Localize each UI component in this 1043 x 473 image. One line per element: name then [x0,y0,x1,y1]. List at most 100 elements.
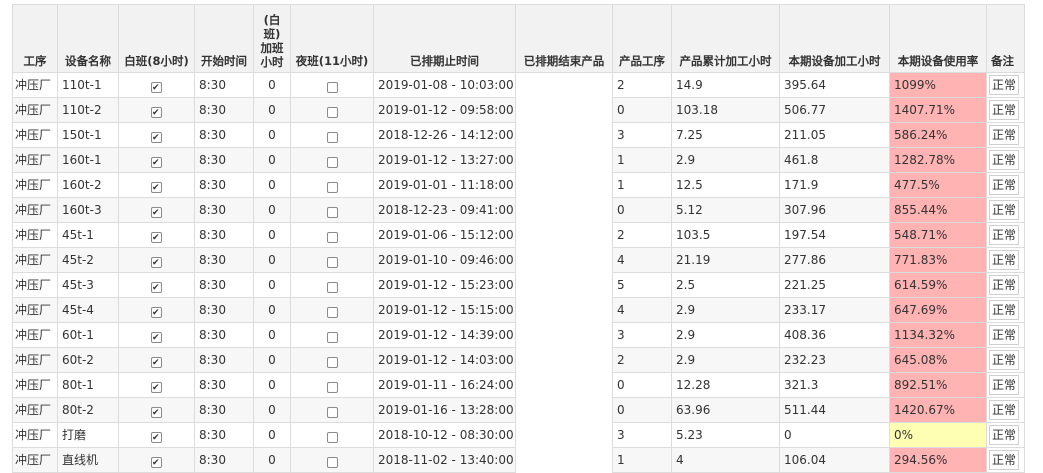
night-shift-checkbox[interactable] [326,307,338,318]
usage-rate-cell: 855.44% [889,197,987,223]
col-header-overtime[interactable]: (白班)加班小时 [253,4,291,73]
day-shift-checkbox[interactable] [151,78,162,97]
day-shift-cell [118,447,195,473]
night-shift-cell [290,322,374,348]
day-shift-cell [118,397,195,423]
night-shift-checkbox[interactable] [326,132,338,143]
note-badge[interactable]: 正常 [989,100,1020,120]
note-badge[interactable]: 正常 [989,125,1020,145]
day-shift-checkbox[interactable] [151,353,162,372]
day-shift-checkbox[interactable] [151,178,162,197]
night-shift-checkbox[interactable] [326,207,338,218]
note-cell: 正常 [986,97,1025,123]
col-header-start-time[interactable]: 开始时间 [194,4,254,73]
table-row[interactable]: 冲压厂80t-28:3002019-01-16 - 13:28:00063.96… [12,397,1025,423]
day-shift-checkbox[interactable] [151,328,162,347]
table-row[interactable]: 冲压厂45t-3 8:300 2019-01-12 - 15:23:00 52.522… [12,272,1025,298]
night-shift-checkbox[interactable] [326,157,338,168]
note-badge[interactable]: 正常 [989,225,1020,245]
end-time-cell: 2019-01-08 - 10:03:00 [373,72,516,98]
day-shift-checkbox[interactable] [151,228,162,247]
cum-hours-cell: 21.19 [671,247,780,273]
night-shift-checkbox[interactable] [326,232,338,243]
table-row[interactable]: 冲压厂160t-1 8:300 2019-01-12 - 13:27:00 12.94… [12,147,1025,173]
day-shift-checkbox[interactable] [151,153,162,172]
table-row[interactable]: 冲压厂45t-4 8:300 2019-01-12 - 15:15:00 42.923… [12,297,1025,323]
note-badge[interactable]: 正常 [989,275,1020,295]
dev-hours-cell: 395.64 [779,72,890,98]
col-header-usage-rate[interactable]: 本期设备使用率 [889,4,987,73]
col-header-end-time[interactable]: 已排期止时间 [373,4,516,73]
table-row[interactable]: 冲压厂45t-2 8:300 2019-01-10 - 09:46:00 421.19… [12,247,1025,273]
note-badge[interactable]: 正常 [989,75,1020,95]
table-row[interactable]: 冲压厂直线机 8:300 2018-11-02 - 13:40:00 14106.04… [12,447,1025,473]
end-product-cell [515,72,613,98]
overtime-cell: 0 [253,347,291,373]
night-shift-checkbox[interactable] [326,107,338,118]
day-shift-checkbox[interactable] [151,128,162,147]
col-header-note[interactable]: 备注 [986,4,1025,73]
col-header-night-shift[interactable]: 夜班(11小时) [290,4,374,73]
col-header-device[interactable]: 设备名称 [57,4,119,73]
start-time-cell: 8:30 [194,422,254,448]
day-shift-checkbox[interactable] [151,203,162,222]
note-badge[interactable]: 正常 [989,150,1020,170]
table-row[interactable]: 冲压厂110t-28:3002019-01-12 - 09:58:000103.… [12,97,1025,123]
day-shift-checkbox[interactable] [151,453,162,472]
table-row[interactable]: 冲压厂打磨8:3002018-10-12 - 08:30:0035.2300%正… [12,422,1025,448]
col-header-dev-hours[interactable]: 本期设备加工小时 [779,4,890,73]
table-row[interactable]: 冲压厂80t-18:3002019-01-11 - 16:24:00012.28… [12,372,1025,398]
col-header-day-shift[interactable]: 白班(8小时) [118,4,195,73]
day-shift-checkbox[interactable] [151,378,162,397]
process-cell: 冲压厂 [12,247,58,273]
note-badge[interactable]: 正常 [989,200,1020,220]
note-badge[interactable]: 正常 [989,350,1020,370]
col-header-cum-hours[interactable]: 产品累计加工小时 [671,4,780,73]
day-shift-checkbox[interactable] [151,278,162,297]
note-badge[interactable]: 正常 [989,425,1020,445]
overtime-cell: 0 [253,122,291,148]
night-shift-checkbox[interactable] [326,332,338,343]
note-cell: 正常 [986,72,1025,98]
night-shift-checkbox[interactable] [326,257,338,268]
table-row[interactable]: 冲压厂160t-2 8:300 2019-01-01 - 11:18:00 112.5… [12,172,1025,198]
col-header-end-product[interactable]: 已排期结束产品 [515,4,613,73]
table-row[interactable]: 冲压厂45t-1 8:300 2019-01-06 - 15:12:00 2103.5… [12,222,1025,248]
night-shift-checkbox[interactable] [326,282,338,293]
col-header-step[interactable]: 产品工序 [612,4,672,73]
night-shift-checkbox[interactable] [326,432,338,443]
day-shift-checkbox[interactable] [151,428,162,447]
night-shift-checkbox[interactable] [326,182,338,193]
end-time-cell: 2018-10-12 - 08:30:00 [373,422,516,448]
table-row[interactable]: 冲压厂160t-38:3002018-12-23 - 09:41:0005.12… [12,197,1025,223]
col-header-process[interactable]: 工序 [12,4,58,73]
day-shift-checkbox[interactable] [151,103,162,122]
night-shift-checkbox[interactable] [326,382,338,393]
night-shift-checkbox[interactable] [326,357,338,368]
night-shift-checkbox[interactable] [326,407,338,418]
table-row[interactable]: 冲压厂110t-1 8:300 2019-01-08 - 10:03:00 214.9… [12,72,1025,98]
header-row: 工序 设备名称 白班(8小时) 开始时间 (白班)加班小时 夜班(11小时) 已… [12,4,1025,73]
note-badge[interactable]: 正常 [989,250,1020,270]
note-badge[interactable]: 正常 [989,175,1020,195]
day-shift-checkbox[interactable] [151,253,162,272]
process-cell: 冲压厂 [12,347,58,373]
note-badge[interactable]: 正常 [989,450,1020,470]
table-row[interactable]: 冲压厂60t-2 8:300 2019-01-12 - 14:03:00 22.923… [12,347,1025,373]
table-row[interactable]: 冲压厂150t-1 8:300 2018-12-26 - 14:12:00 37.25… [12,122,1025,148]
table-row[interactable]: 冲压厂60t-1 8:300 2019-01-12 - 14:39:00 32.940… [12,322,1025,348]
note-badge[interactable]: 正常 [989,375,1020,395]
note-badge[interactable]: 正常 [989,300,1020,320]
device-name-cell: 直线机 [57,447,119,473]
cum-hours-cell: 12.28 [671,372,780,398]
night-shift-checkbox[interactable] [326,82,338,93]
night-shift-checkbox[interactable] [326,457,338,468]
usage-rate-cell: 614.59% [889,272,987,298]
overtime-cell: 0 [253,297,291,323]
day-shift-checkbox[interactable] [151,403,162,422]
note-badge[interactable]: 正常 [989,325,1020,345]
note-badge[interactable]: 正常 [989,400,1020,420]
day-shift-checkbox[interactable] [151,303,162,322]
end-time-cell: 2019-01-12 - 14:39:00 [373,322,516,348]
step-cell: 0 [612,397,672,423]
